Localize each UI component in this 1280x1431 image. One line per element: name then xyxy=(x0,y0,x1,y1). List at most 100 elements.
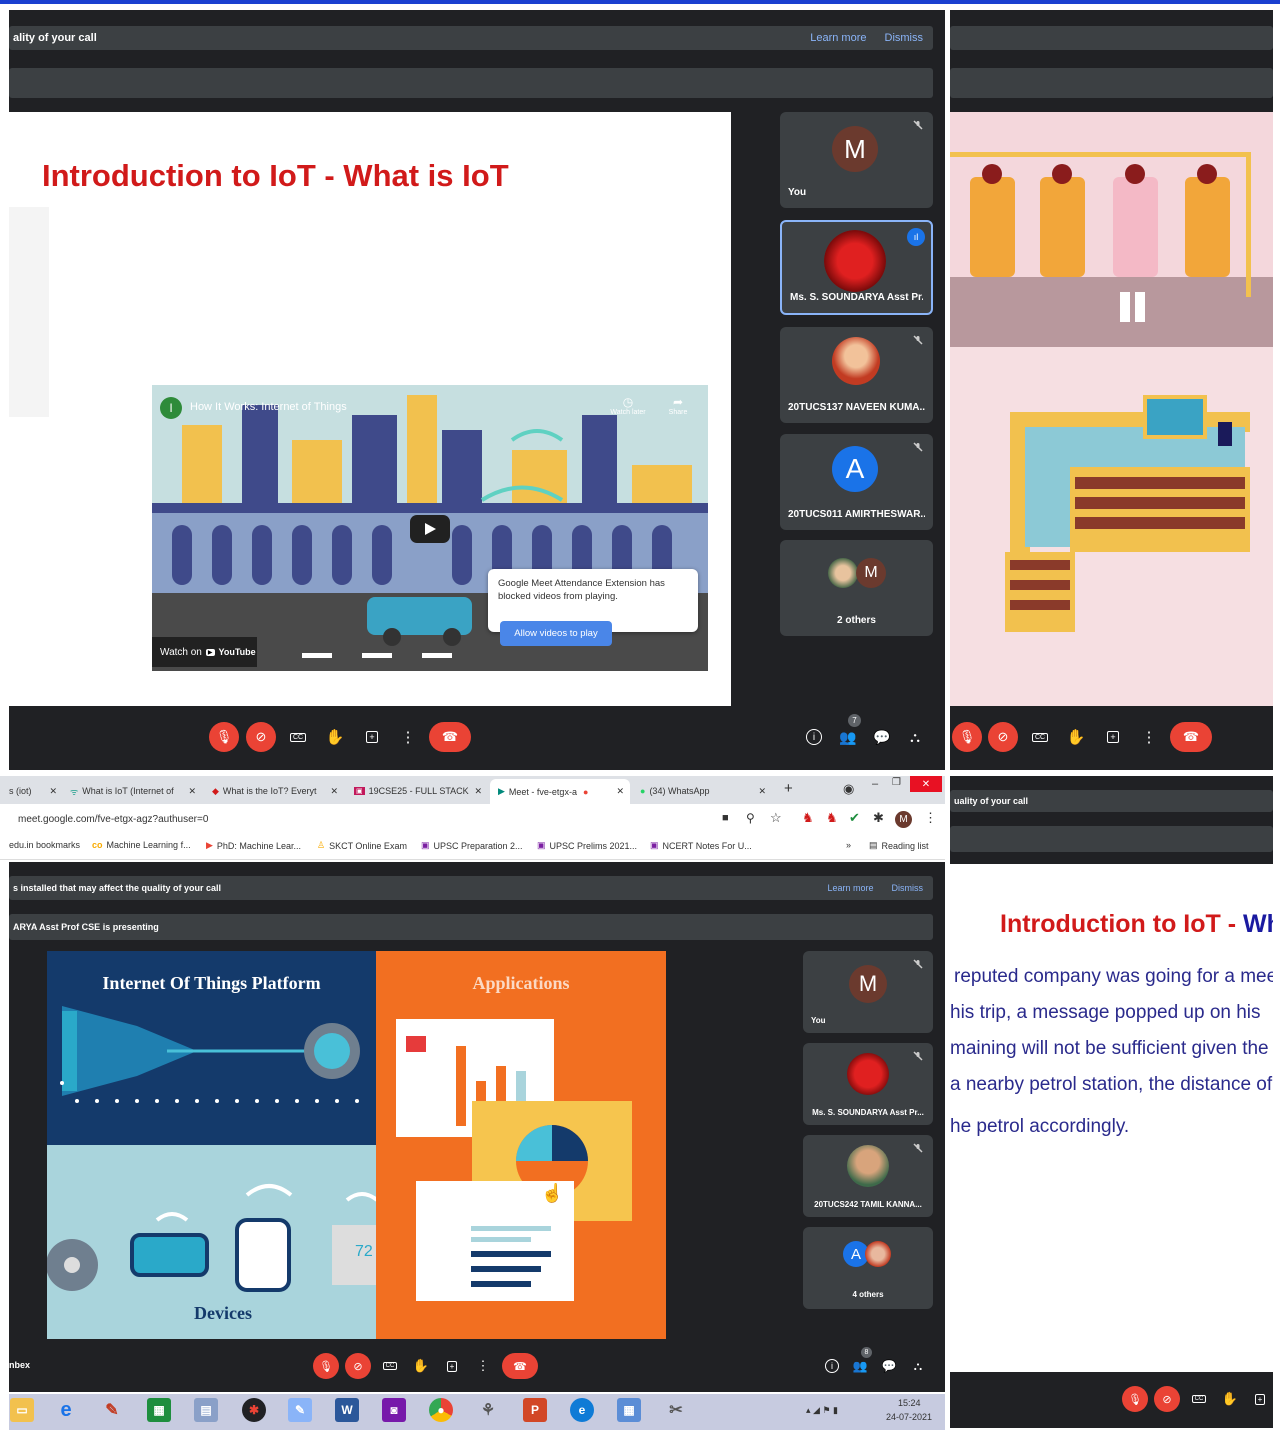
minimize-button[interactable]: – xyxy=(872,778,878,790)
present-button-right[interactable]: + xyxy=(1247,1386,1273,1412)
zoom-icon[interactable]: ⚲ xyxy=(746,811,755,825)
close-icon[interactable]: ✕ xyxy=(330,786,338,797)
word-icon[interactable]: W xyxy=(335,1398,359,1422)
camera-toggle-button[interactable]: ⊘ xyxy=(345,1353,371,1379)
calculator-icon[interactable]: ▤ xyxy=(194,1398,218,1422)
onenote-icon[interactable]: ◙ xyxy=(382,1398,406,1422)
participant-tile-tamil[interactable]: 20TUCS242 TAMIL KANNA... xyxy=(803,1135,933,1217)
raise-hand-button-right[interactable]: ✋ xyxy=(1061,722,1091,752)
dismiss-link[interactable]: Dismiss xyxy=(892,883,924,893)
clock-date[interactable]: 24-07-2021 xyxy=(886,1412,932,1422)
extension-check-icon[interactable]: ✔ xyxy=(849,810,860,826)
participant-tile-you[interactable]: M You xyxy=(803,951,933,1033)
profile-avatar[interactable]: M xyxy=(895,811,912,828)
bookmark-upsc-prep[interactable]: ▣ UPSC Preparation 2... xyxy=(421,840,523,851)
play-button[interactable] xyxy=(410,515,450,543)
tray-icons[interactable]: ▴ ◢ ⚑ ▮ xyxy=(806,1405,838,1416)
app-red-icon[interactable]: ✱ xyxy=(242,1398,266,1422)
more-options-button-right[interactable]: ⋮ xyxy=(1134,722,1164,752)
chat-button[interactable]: 💬 xyxy=(867,722,897,752)
close-icon[interactable]: ✕ xyxy=(49,786,57,797)
browser-menu-icon[interactable]: ⋮ xyxy=(924,810,937,826)
mic-toggle-button-right[interactable]: 🎙 xyxy=(1122,1386,1148,1412)
learn-more-link[interactable]: Learn more xyxy=(810,32,866,44)
people-button[interactable]: 👥 xyxy=(833,722,863,752)
video-title[interactable]: How It Works: Internet of Things xyxy=(190,401,347,413)
control-panel-icon[interactable]: ▦ xyxy=(617,1398,641,1422)
leave-call-button[interactable]: ☎ xyxy=(502,1353,538,1379)
extensions-puzzle-icon[interactable]: ✱ xyxy=(873,810,884,826)
raise-hand-button[interactable]: ✋ xyxy=(320,722,350,752)
photos-icon[interactable]: ⚘ xyxy=(476,1398,500,1422)
raise-hand-button-right[interactable]: ✋ xyxy=(1217,1386,1243,1412)
present-button-right[interactable]: + xyxy=(1098,722,1128,752)
paint-icon[interactable]: ✎ xyxy=(100,1398,124,1422)
participant-tile-you[interactable]: M You xyxy=(780,112,933,208)
dismiss-link[interactable]: Dismiss xyxy=(885,32,924,44)
close-icon[interactable]: ✕ xyxy=(474,786,482,797)
watch-later-button[interactable]: ◷ Watch later xyxy=(608,395,648,416)
close-window-button[interactable]: ✕ xyxy=(910,776,942,792)
edge-icon[interactable]: e xyxy=(570,1398,594,1422)
new-tab-button[interactable]: + xyxy=(784,780,793,797)
browser-tab-active[interactable]: ▶ Meet - fve-etgx-a ● ✕ xyxy=(490,779,630,804)
mic-toggle-button[interactable]: 🎙 xyxy=(313,1353,339,1379)
address-bar[interactable]: meet.google.com/fve-etgx-agz?authuser=0 xyxy=(18,814,208,825)
chat-button[interactable]: 💬 xyxy=(876,1353,902,1379)
close-icon[interactable]: ✕ xyxy=(616,786,624,797)
close-icon[interactable]: ✕ xyxy=(758,786,766,797)
captions-button-right[interactable]: CC xyxy=(1186,1386,1212,1412)
participant-tile-naveen[interactable]: 20TUCS137 NAVEEN KUMA... xyxy=(780,327,933,423)
bookmark-phd[interactable]: ▶ PhD: Machine Lear... xyxy=(206,840,301,851)
bookmark-skct[interactable]: ♙ SKCT Online Exam xyxy=(317,840,407,851)
bookmark-upsc-prelims[interactable]: ▣ UPSC Prelims 2021... xyxy=(537,840,637,851)
more-options-button[interactable]: ⋮ xyxy=(393,722,423,752)
allow-videos-button[interactable]: Allow videos to play xyxy=(500,621,612,646)
browser-tab-whatsapp[interactable]: ● (34) WhatsApp ✕ xyxy=(640,780,770,802)
meeting-details-button[interactable]: i xyxy=(819,1353,845,1379)
bookmarks-overflow-button[interactable]: » xyxy=(846,840,851,850)
browser-tab-3[interactable]: ◆ What is the IoT? Everyt ✕ xyxy=(212,780,342,802)
record-icon[interactable]: ◉ xyxy=(843,781,854,797)
browser-tab-1[interactable]: s (iot) ✕ xyxy=(9,780,61,802)
activities-button[interactable]: ⛬ xyxy=(905,1353,931,1379)
activities-button[interactable]: ⛬ xyxy=(900,722,930,752)
browser-tab-4[interactable]: ▣ 19CSE25 - FULL STACK ✕ xyxy=(354,780,486,802)
bookmark-star-icon[interactable]: ☆ xyxy=(770,810,782,826)
captions-button-right[interactable]: CC xyxy=(1025,722,1055,752)
participant-tile-others[interactable]: M 2 others xyxy=(780,540,933,636)
more-options-button[interactable]: ⋮ xyxy=(470,1353,496,1379)
internet-explorer-icon[interactable]: e xyxy=(54,1398,78,1422)
channel-avatar[interactable]: I xyxy=(160,397,182,419)
learn-more-link[interactable]: Learn more xyxy=(827,883,873,893)
camera-toggle-button-right[interactable]: ⊘ xyxy=(1154,1386,1180,1412)
snipping-tool-icon[interactable]: ✂ xyxy=(664,1398,688,1422)
leave-call-button-right[interactable]: ☎ xyxy=(1170,722,1212,752)
store-icon[interactable]: ▦ xyxy=(147,1398,171,1422)
participant-tile-amirtheswar[interactable]: A 20TUCS011 AMIRTHESWAR... xyxy=(780,434,933,530)
camera-toggle-button-right[interactable]: ⊘ xyxy=(988,722,1018,752)
present-button[interactable]: + xyxy=(357,722,387,752)
mic-toggle-button[interactable]: 🎙 xyxy=(209,722,239,752)
camera-in-use-icon[interactable]: ■ xyxy=(722,812,729,824)
close-icon[interactable]: ✕ xyxy=(188,786,196,797)
bookmark-ncert[interactable]: ▣ NCERT Notes For U... xyxy=(650,840,752,851)
captions-button[interactable]: CC xyxy=(377,1353,403,1379)
watch-on-youtube[interactable]: Watch on ▶ YouTube xyxy=(152,637,257,667)
extension-icon-1[interactable]: ♞ xyxy=(802,810,814,826)
participant-tile-soundarya[interactable]: ıl Ms. S. SOUNDARYA Asst Pr... xyxy=(780,220,933,315)
notepad-icon[interactable]: ✎ xyxy=(288,1398,312,1422)
camera-toggle-button[interactable]: ⊘ xyxy=(246,722,276,752)
powerpoint-icon[interactable]: P xyxy=(523,1398,547,1422)
restore-button[interactable]: ❐ xyxy=(892,777,901,788)
mic-toggle-button-right[interactable]: 🎙 xyxy=(952,722,982,752)
meeting-details-button[interactable]: i xyxy=(799,722,829,752)
browser-tab-2[interactable]: ᯤ What is IoT (Internet of ✕ xyxy=(70,780,200,802)
extension-icon-2[interactable]: ♞ xyxy=(826,810,838,826)
captions-button[interactable]: CC xyxy=(283,722,313,752)
participant-tile-others[interactable]: A 4 others xyxy=(803,1227,933,1309)
leave-call-button[interactable]: ☎ xyxy=(429,722,471,752)
participant-tile-soundarya[interactable]: Ms. S. SOUNDARYA Asst Pr... xyxy=(803,1043,933,1125)
reading-list-button[interactable]: ▤ Reading list xyxy=(869,840,929,851)
file-explorer-icon[interactable]: ▭ xyxy=(10,1398,34,1422)
